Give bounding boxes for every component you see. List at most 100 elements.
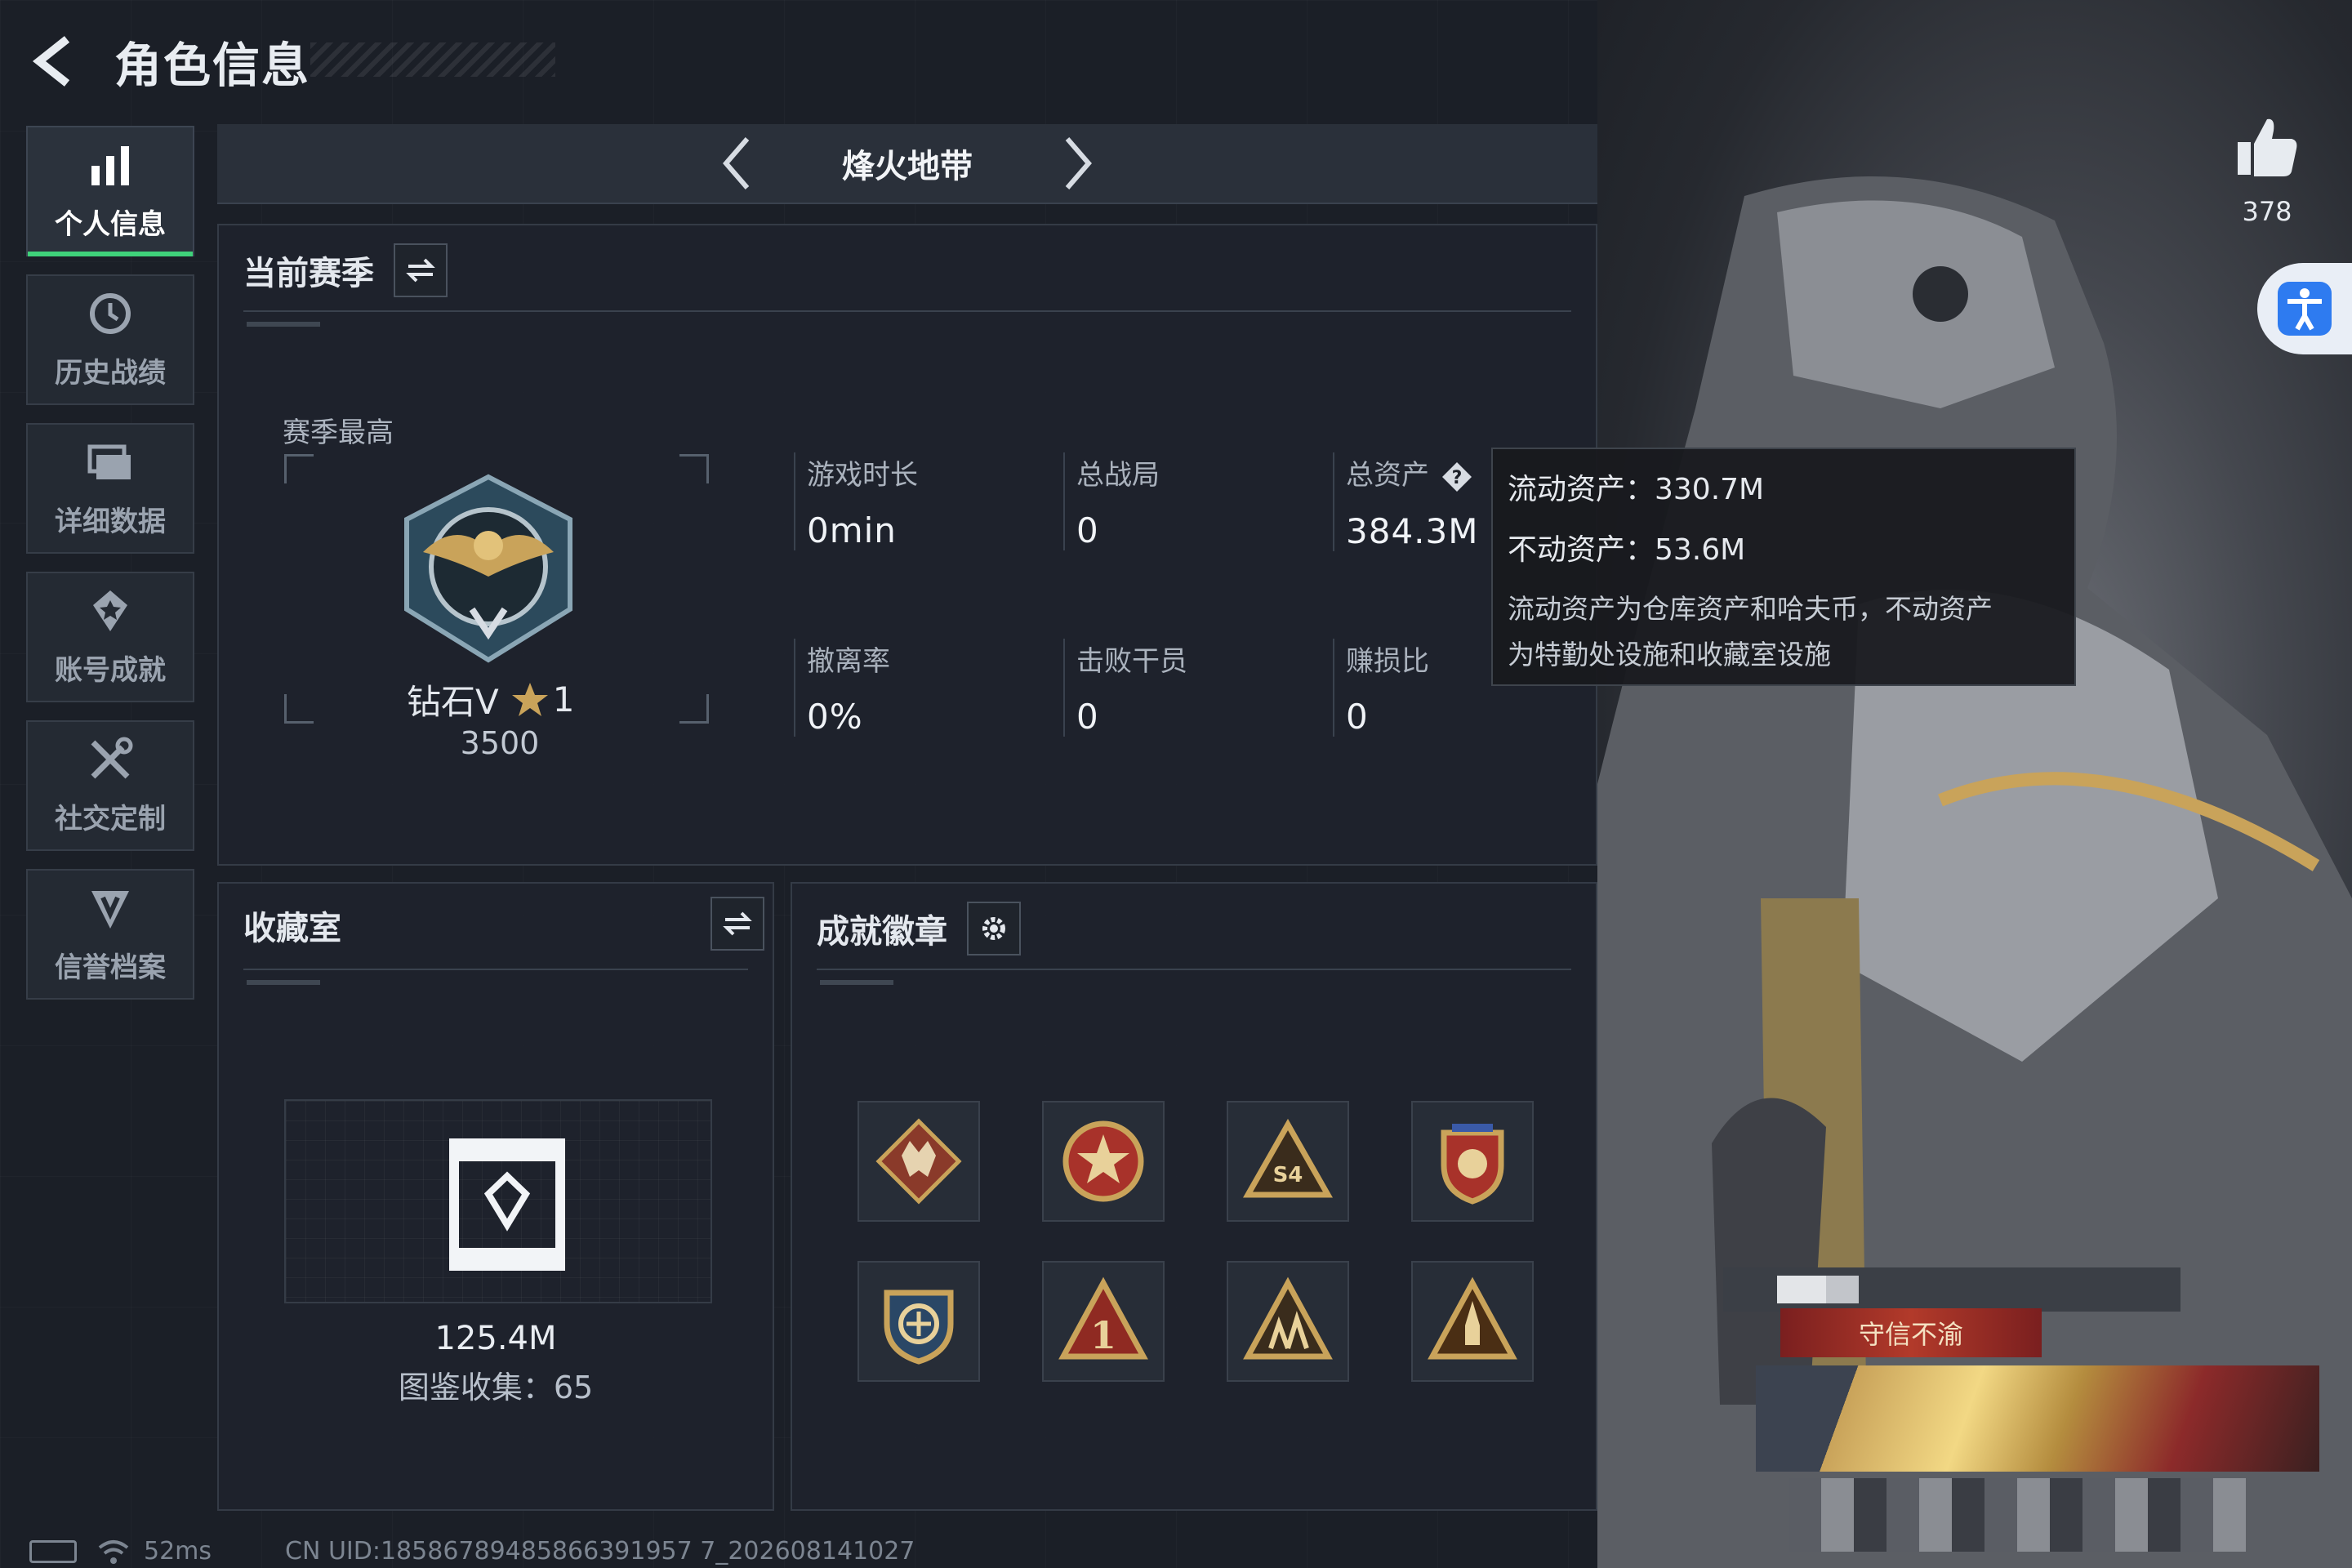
folder-icon (87, 444, 131, 479)
collection-value: 125.4M (434, 1320, 557, 1357)
total-assets-label: 总资产 (1346, 459, 1429, 492)
tools-icon (91, 737, 133, 778)
season-highest-label: 赛季最高 (283, 416, 394, 449)
character-model-image (1597, 176, 2352, 1568)
stat-value: 0min (807, 510, 897, 550)
nav-label: 账号成就 (55, 653, 166, 687)
wolf-badge-icon (875, 1118, 962, 1205)
rank-name-row: 钻石V 1 (407, 675, 574, 724)
mode-selector: 烽火地带 (217, 124, 1597, 204)
stat-value: 0 (1346, 697, 1369, 737)
achievement-icon (93, 590, 127, 631)
stat-value: 0 (1076, 697, 1099, 737)
thumbs-up-icon[interactable] (2234, 114, 2300, 180)
shield-crest-icon (1441, 1124, 1504, 1205)
divider-decoration (247, 980, 320, 985)
stat-total-assets: 总资产? 384.3M (1333, 452, 1478, 551)
side-nav: 个人信息 历史战绩 详细数据 账号成就 社交定制 信誉档案 (26, 126, 194, 1018)
achievement-badge[interactable] (1411, 1261, 1534, 1382)
stat-value: 0% (807, 697, 863, 737)
collection-panel: 收藏室 125.4M 图鉴收集：65 (217, 882, 774, 1511)
help-diamond-icon[interactable]: ? (1441, 461, 1473, 493)
stat-label: 游戏时长 (807, 459, 918, 492)
achievement-badge[interactable] (858, 1101, 980, 1222)
wifi-icon (98, 1539, 129, 1564)
page-header: 角色信息 (28, 24, 310, 98)
achievement-badge[interactable]: 1 (1042, 1261, 1165, 1382)
nav-label: 社交定制 (55, 802, 166, 835)
nav-label: 个人信息 (55, 207, 166, 241)
stat-profit-ratio: 赚损比 0 (1333, 639, 1429, 737)
number-one-triangle-icon: 1 (1058, 1276, 1148, 1360)
stat-label: 撤离率 (807, 645, 890, 678)
stat-label: 总资产? (1346, 452, 1478, 493)
back-arrow-icon[interactable] (28, 33, 85, 90)
title-decoration (310, 42, 555, 77)
achievement-badge[interactable]: S4 (1227, 1101, 1349, 1222)
rank-score: 3500 (460, 725, 540, 761)
nav-label: 详细数据 (55, 505, 166, 538)
tooltip-desc-line1: 流动资产为仓库资产和哈夫币，不动资产 (1508, 593, 1993, 625)
divider (817, 969, 1571, 970)
collection-count: 图鉴收集：65 (398, 1370, 594, 1405)
season-panel-title: 当前赛季 (243, 255, 374, 292)
like-count: 378 (2242, 196, 2292, 227)
stat-play-time: 游戏时长 0min (794, 452, 918, 550)
stat-label: 赚损比 (1346, 645, 1429, 678)
rank-stars: 1 (552, 679, 575, 719)
star-medal-icon (1062, 1120, 1144, 1202)
rocket-triangle-icon (1428, 1276, 1517, 1360)
svg-text:?: ? (1452, 468, 1463, 488)
switch-icon (723, 911, 752, 936)
stat-label: 击败干员 (1076, 645, 1187, 678)
ping-value: 52ms (144, 1537, 212, 1566)
asset-tooltip: 流动资产：330.7M 不动资产：53.6M 流动资产为仓库资产和哈夫币，不动资… (1491, 448, 2076, 686)
status-footer: 52ms CN UID:18586789485866391957 7_20260… (29, 1537, 915, 1566)
nav-item-personal-info[interactable]: 个人信息 (26, 126, 194, 256)
pixelated-blur-area (1788, 1478, 2246, 1552)
achievement-panel-title: 成就徽章 (817, 913, 947, 951)
nav-item-credit[interactable]: 信誉档案 (26, 869, 194, 1000)
accessibility-button[interactable] (2257, 263, 2352, 354)
svg-text:S4: S4 (1273, 1163, 1303, 1187)
user-uid: CN UID:18586789485866391957 7_2026081410… (285, 1537, 915, 1566)
achievement-badge[interactable] (1227, 1261, 1349, 1382)
tooltip-liquid-assets: 流动资产：330.7M (1508, 473, 1765, 506)
divider (243, 310, 1571, 312)
stat-total-matches: 总战局 0 (1063, 452, 1160, 550)
next-mode-arrow-icon[interactable] (1054, 131, 1100, 196)
nameplate-title: 守信不渝 (1780, 1308, 2042, 1357)
achievement-badge[interactable] (858, 1261, 980, 1382)
pixelated-name-block (1826, 1276, 1859, 1303)
season-panel: 当前赛季 赛季最高 钻石V 1 3500 游戏时长 0min 总战局 0 总资产… (217, 224, 1597, 866)
accessibility-icon (2278, 282, 2332, 336)
bar-chart-icon (91, 145, 129, 185)
page-title: 角色信息 (114, 38, 311, 93)
star-icon (511, 682, 548, 716)
prev-mode-arrow-icon[interactable] (715, 131, 760, 196)
display-case-icon (449, 1138, 565, 1271)
svg-text:1: 1 (1090, 1313, 1116, 1357)
diamond-rank-badge-icon (404, 474, 572, 663)
name-card-image[interactable] (1756, 1365, 2319, 1472)
achievement-panel: 成就徽章 S4 1 (791, 882, 1597, 1511)
nav-item-achievements[interactable]: 账号成就 (26, 572, 194, 702)
divider-decoration (247, 322, 320, 327)
battery-icon (29, 1539, 77, 1563)
achievement-badge[interactable] (1411, 1101, 1534, 1222)
stat-value: 0 (1076, 510, 1099, 550)
switch-season-button[interactable] (394, 243, 448, 297)
rank-name: 钻石V (407, 682, 499, 722)
achievement-badge[interactable] (1042, 1101, 1165, 1222)
tooltip-desc-line2: 为特勤处设施和收藏室设施 (1508, 639, 1831, 670)
badge-settings-button[interactable] (967, 902, 1021, 956)
stat-label: 总战局 (1076, 459, 1160, 492)
collection-display[interactable] (284, 1099, 712, 1303)
switch-collection-button[interactable] (710, 897, 764, 951)
nav-item-social[interactable]: 社交定制 (26, 720, 194, 851)
nav-label: 信誉档案 (55, 951, 166, 984)
nav-item-history[interactable]: 历史战绩 (26, 274, 194, 405)
s4-triangle-icon: S4 (1243, 1118, 1333, 1198)
switch-icon (406, 258, 435, 283)
nav-item-detailed-data[interactable]: 详细数据 (26, 423, 194, 554)
